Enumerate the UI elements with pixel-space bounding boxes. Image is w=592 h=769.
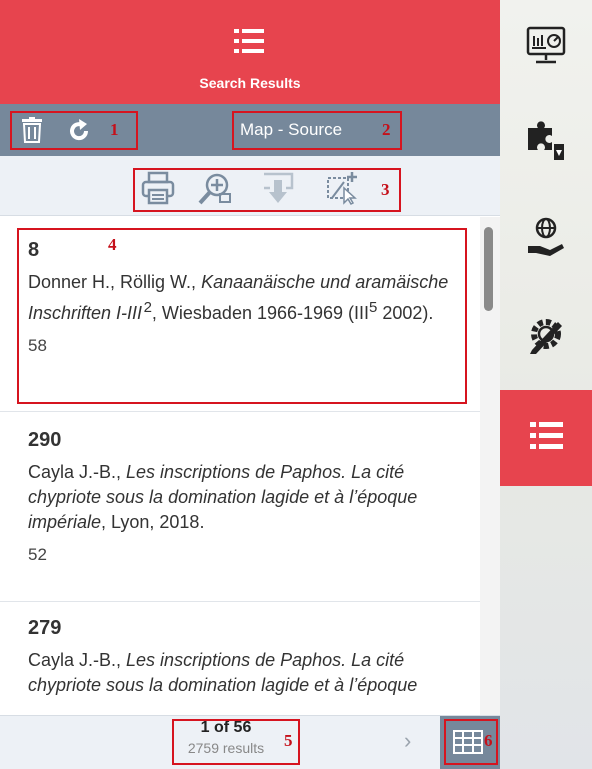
result-rest: , Lyon, 2018. [101,512,205,532]
list-icon [232,26,268,56]
annotation-number-5: 5 [284,731,293,750]
annotation-number-6: 6 [484,731,493,750]
download-icon[interactable] [260,170,296,206]
sidebar-item-results[interactable] [500,390,592,486]
results-scrollbar[interactable] [480,217,500,715]
result-authors: Donner H., Röllig W., [28,272,202,292]
annotation-number-3: 3 [381,180,390,199]
results-total: 2759 results [187,740,265,756]
result-count: 58 [28,336,47,355]
table-grid-icon [453,730,483,759]
next-page-button[interactable]: › [404,728,411,754]
sidebar-item-sources[interactable] [500,192,592,288]
result-item[interactable]: 8 Donner H., Röllig W., Kanaanäische und… [0,239,480,356]
result-item[interactable]: 279 Cayla J.-B., Les inscriptions de Pap… [0,617,480,698]
sidebar-item-dashboard[interactable] [500,0,592,96]
result-authors: Cayla J.-B., [28,650,127,670]
result-number: 290 [28,429,62,451]
divider [0,601,480,602]
result-rest: , Wiesbaden 1966-1969 (III [151,303,370,323]
sidebar-item-tools[interactable] [500,96,592,192]
right-sidebar [500,0,592,769]
sidebar-item-settings[interactable] [500,288,592,384]
result-number: 8 [28,239,40,261]
add-selection-icon[interactable] [324,170,360,206]
annotation-number-2: 2 [382,120,391,139]
result-number: 279 [28,617,62,639]
result-citation: Cayla J.-B., Les inscriptions de Paphos.… [28,460,464,535]
results-list: 8 Donner H., Röllig W., Kanaanäische und… [0,217,480,715]
result-citation: Cayla J.-B., Les inscriptions de Paphos.… [28,648,464,698]
result-citation: Donner H., Röllig W., Kanaanäische und a… [28,270,464,326]
search-results-panel: Search Results Map - Source 8 Donner H.,… [0,0,500,769]
map-source-label[interactable]: Map - Source [240,120,342,140]
result-title-edition: 2 [143,299,152,316]
result-authors: Cayla J.-B., [28,462,127,482]
pagination-footer: 1 of 56 2759 results › [0,715,500,769]
annotation-number-1: 1 [110,120,119,139]
annotation-number-4: 4 [108,235,117,254]
print-icon[interactable] [140,170,176,206]
page-indicator: 1 of 56 [200,719,252,736]
result-item[interactable]: 290 Cayla J.-B., Les inscriptions de Pap… [0,429,480,565]
results-tools [0,156,500,216]
results-toolbar: Map - Source [0,104,500,156]
panel-title: Search Results [199,75,301,91]
result-rest-end: 2002). [377,303,434,323]
panel-header: Search Results [0,0,500,104]
scroll-thumb[interactable] [484,227,493,311]
refresh-icon[interactable] [66,118,92,144]
result-count: 52 [28,545,47,564]
trash-icon[interactable] [22,117,42,143]
divider [0,411,480,412]
zoom-in-icon[interactable] [196,170,232,206]
